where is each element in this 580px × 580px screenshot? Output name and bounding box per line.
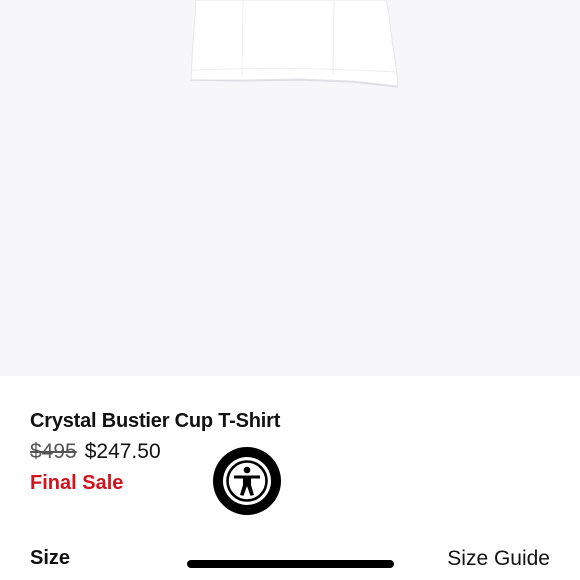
home-indicator[interactable] (187, 560, 394, 568)
size-label: Size (30, 547, 71, 569)
product-info-panel: Crystal Bustier Cup T-Shirt $495 $247.50 … (0, 376, 580, 580)
final-sale-badge: Final Sale (30, 472, 124, 494)
size-guide-link[interactable]: Size Guide (447, 547, 550, 571)
product-image-area[interactable] (0, 0, 580, 376)
original-price: $495 (30, 440, 77, 463)
product-page: Crystal Bustier Cup T-Shirt $495 $247.50 … (0, 0, 580, 580)
product-title: Crystal Bustier Cup T-Shirt (30, 410, 281, 432)
price-row: $495 $247.50 (30, 440, 161, 464)
accessibility-person-icon (223, 457, 271, 505)
sale-price: $247.50 (84, 440, 161, 463)
accessibility-button[interactable] (213, 447, 281, 515)
product-photo (190, 0, 399, 88)
